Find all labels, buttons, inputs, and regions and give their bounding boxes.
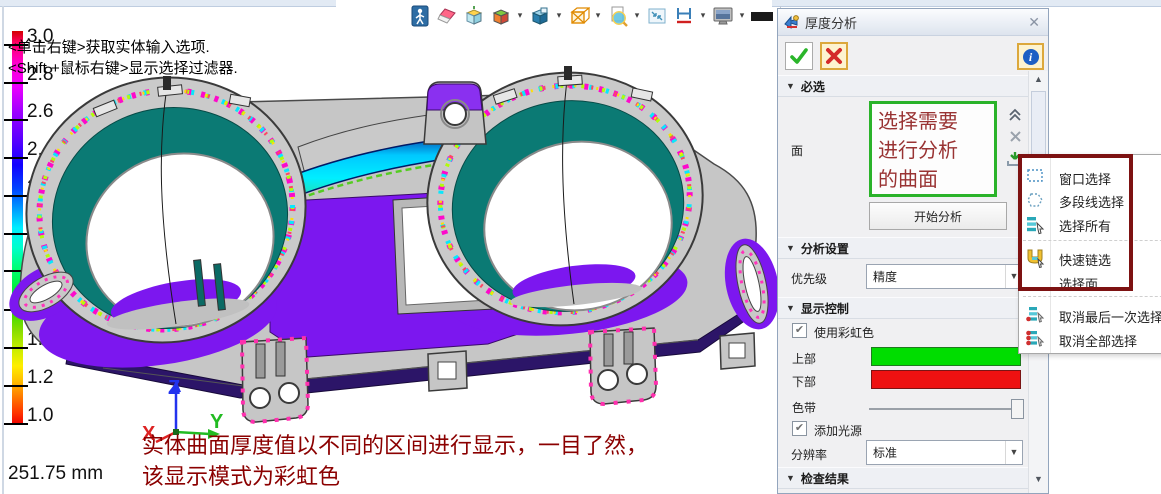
section-check-results[interactable]: ▼ 检查结果 [778, 467, 1028, 489]
hint-line-2: <Shift +鼠标右键>显示选择过滤器. [8, 57, 238, 78]
collapse-triangle-icon: ▼ [786, 303, 795, 313]
measure-distance-icon[interactable] [672, 4, 695, 27]
band-label: 色带 [792, 399, 816, 416]
minimized-bar-icon[interactable] [750, 4, 773, 27]
view-cube-icon[interactable] [489, 4, 512, 27]
resolution-label: 分辨率 [791, 446, 827, 463]
measure-dropdown-icon[interactable]: ▾ [699, 4, 707, 27]
application-window: { "hints": { "line1": "<单击右键>获取实体输入选项.",… [0, 0, 1161, 494]
thickness-analysis-dialog: 厚度分析 ✕ i ▼ 必选 面 选择需要 进行分析 的曲面 开始分析 ▼ 分析设… [777, 8, 1049, 494]
wireframe-cube-dropdown-icon[interactable]: ▾ [594, 4, 602, 27]
start-analysis-button[interactable]: 开始分析 [869, 202, 1007, 230]
graphics-toolbar: ▾ ▾ ▾ ▾ ▾ ▾ [408, 4, 781, 27]
resolution-dropdown[interactable]: 标准 ▼ [866, 440, 1023, 465]
annotation-highlight-box [1018, 154, 1133, 291]
rainbow-checkbox[interactable]: ✔ [792, 323, 807, 338]
section-required-label: 必选 [801, 78, 825, 95]
lower-label: 下部 [792, 373, 816, 390]
clear-selection-icon[interactable] [1005, 128, 1025, 144]
display-cube-icon[interactable] [528, 4, 551, 27]
top-tab-strip-right [772, 0, 1161, 7]
ok-button[interactable] [785, 42, 813, 70]
solid-box-icon[interactable] [462, 4, 485, 27]
cancel-button[interactable] [820, 42, 848, 70]
note-line: 进行分析 [878, 137, 988, 166]
thickness-analysis-icon [784, 14, 800, 30]
note-line: 选择需要 [878, 108, 988, 137]
light-checkbox-label: 添加光源 [814, 422, 862, 439]
section-check-results-label: 检查结果 [801, 470, 849, 487]
zoom-area-icon[interactable] [606, 4, 629, 27]
view-cube-dropdown-icon[interactable]: ▾ [516, 4, 524, 27]
priority-label: 优先级 [791, 270, 827, 287]
collapse-list-icon[interactable] [1005, 107, 1025, 123]
render-person-icon[interactable] [408, 4, 431, 27]
annotation-line-2: 该显示模式为彩虹色 [142, 459, 340, 491]
dropdown-arrow-icon[interactable]: ▼ [1005, 441, 1022, 464]
upper-color-swatch[interactable] [871, 347, 1021, 366]
dialog-close-icon[interactable]: ✕ [1028, 14, 1040, 31]
priority-dropdown[interactable]: 精度 ▼ [866, 264, 1023, 289]
display-monitor-icon[interactable] [711, 4, 734, 27]
band-slider-track[interactable] [869, 408, 1015, 410]
red-x-icon [825, 47, 843, 65]
annotation-line-1: 实体曲面厚度值以不同的区间进行显示，一目了然， [142, 428, 648, 460]
svg-text:Z: Z [168, 377, 180, 399]
lower-color-swatch[interactable] [871, 370, 1021, 389]
section-display-control[interactable]: ▼ 显示控制 [778, 297, 1028, 319]
section-required[interactable]: ▼ 必选 [778, 75, 1028, 97]
resolution-value: 标准 [867, 444, 1005, 461]
collapse-triangle-icon: ▼ [786, 473, 795, 483]
hint-line-1: <单击右键>获取实体输入选项. [8, 36, 210, 57]
face-selection-note[interactable]: 选择需要 进行分析 的曲面 [869, 101, 997, 197]
green-check-icon [789, 46, 809, 66]
scroll-up-icon[interactable]: ▲ [1029, 71, 1048, 87]
monitor-dropdown-icon[interactable]: ▾ [738, 4, 746, 27]
face-label: 面 [791, 142, 803, 159]
note-line: 的曲面 [878, 166, 988, 195]
section-analysis-settings-label: 分析设置 [801, 240, 849, 257]
dialog-titlebar[interactable]: 厚度分析 [778, 9, 1048, 36]
collapse-triangle-icon: ▼ [786, 243, 795, 253]
zoom-area-dropdown-icon[interactable]: ▾ [633, 4, 641, 27]
fit-view-icon[interactable] [645, 4, 668, 27]
rainbow-checkbox-label: 使用彩虹色 [814, 324, 874, 341]
light-checkbox[interactable]: ✔ [792, 421, 807, 436]
wireframe-cube-icon[interactable] [567, 4, 590, 27]
section-analysis-settings[interactable]: ▼ 分析设置 [778, 237, 1028, 259]
eraser-icon[interactable] [435, 4, 458, 27]
scroll-down-icon[interactable]: ▼ [1029, 471, 1048, 487]
thickness-analysis-3d-model[interactable] [8, 52, 778, 442]
window-left-edge [2, 6, 4, 494]
priority-value: 精度 [867, 268, 1005, 285]
info-icon: i [1023, 49, 1039, 65]
band-slider-handle[interactable] [1011, 399, 1024, 419]
top-tab-strip-left [0, 0, 336, 7]
display-cube-dropdown-icon[interactable]: ▾ [555, 4, 563, 27]
menu-item-cancel-last[interactable]: 取消最后一次选择 [1059, 307, 1161, 326]
menu-separator [1023, 296, 1161, 297]
measurement-readout: 251.75 mm [8, 463, 103, 485]
section-display-control-label: 显示控制 [801, 300, 849, 317]
cancel-all-selection-icon [1026, 329, 1046, 349]
info-button[interactable]: i [1017, 43, 1044, 70]
upper-label: 上部 [792, 350, 816, 367]
dialog-title: 厚度分析 [805, 13, 857, 32]
cancel-last-selection-icon [1026, 305, 1046, 325]
collapse-triangle-icon: ▼ [786, 81, 795, 91]
menu-item-cancel-all[interactable]: 取消全部选择 [1059, 331, 1137, 350]
